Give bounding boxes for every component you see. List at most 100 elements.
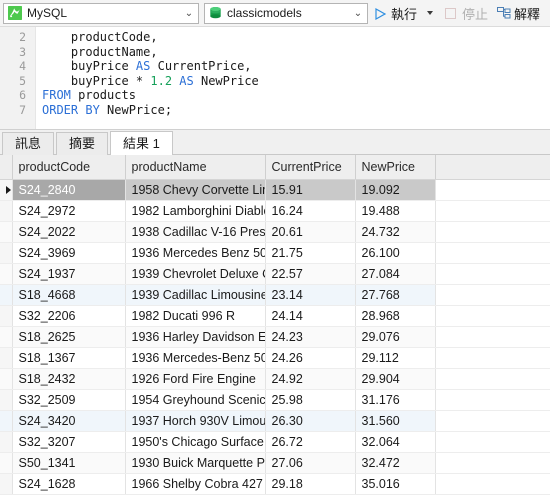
cell-productName[interactable]: 1936 Harley Davidson El (125, 326, 266, 348)
cell-productCode[interactable]: S24_2022 (12, 221, 126, 243)
column-header-NewPrice[interactable]: NewPrice (355, 155, 436, 180)
cell-productName[interactable]: 1982 Lamborghini Diablo (125, 200, 266, 222)
row-indicator[interactable] (0, 179, 13, 201)
row-indicator[interactable] (0, 347, 13, 369)
column-header-productCode[interactable]: productCode (12, 155, 126, 180)
cell-productCode[interactable]: S50_1341 (12, 452, 126, 474)
cell-NewPrice[interactable]: 32.472 (355, 452, 436, 474)
cell-CurrentPrice[interactable]: 23.14 (265, 284, 356, 306)
cell-CurrentPrice[interactable]: 26.30 (265, 410, 356, 432)
cell-productCode[interactable]: S24_2972 (12, 200, 126, 222)
row-indicator[interactable] (0, 389, 13, 411)
cell-productName[interactable]: 1966 Shelby Cobra 427 S (125, 473, 266, 495)
cell-CurrentPrice[interactable]: 25.98 (265, 389, 356, 411)
cell-productName[interactable]: 1950's Chicago Surface L (125, 431, 266, 453)
cell-NewPrice[interactable]: 31.560 (355, 410, 436, 432)
cell-NewPrice[interactable]: 29.112 (355, 347, 436, 369)
cell-productCode[interactable]: S32_2206 (12, 305, 126, 327)
cell-productCode[interactable]: S24_1937 (12, 263, 126, 285)
execute-dropdown-chevron-down-icon[interactable] (427, 11, 434, 15)
row-indicator[interactable] (0, 284, 13, 306)
column-header-CurrentPrice[interactable]: CurrentPrice (265, 155, 356, 180)
cell-CurrentPrice[interactable]: 22.57 (265, 263, 356, 285)
cell-productCode[interactable]: S24_3969 (12, 242, 126, 264)
cell-productName[interactable]: 1926 Ford Fire Engine (125, 368, 266, 390)
row-indicator[interactable] (0, 305, 13, 327)
cell-CurrentPrice[interactable]: 27.06 (265, 452, 356, 474)
cell-CurrentPrice[interactable]: 24.26 (265, 347, 356, 369)
chevron-down-icon[interactable]: ⌄ (351, 4, 365, 23)
sql-editor[interactable]: 2 productCode, 3 productName, 4 buyPrice A… (0, 27, 550, 129)
cell-CurrentPrice[interactable]: 16.24 (265, 200, 356, 222)
cell-NewPrice[interactable]: 19.092 (355, 179, 436, 201)
editor-code-area[interactable]: 2 productCode, 3 productName, 4 buyPrice A… (0, 27, 550, 117)
cell-NewPrice[interactable]: 19.488 (355, 200, 436, 222)
tab-1[interactable]: 摘要 (56, 132, 109, 155)
table-row[interactable]: S24_1937 1939 Chevrolet Deluxe Co 22.57 27.… (0, 263, 550, 285)
stop-button[interactable]: 停止 (443, 2, 490, 24)
cell-productCode[interactable]: S18_2432 (12, 368, 126, 390)
row-indicator[interactable] (0, 242, 13, 264)
cell-productCode[interactable]: S24_2840 (12, 179, 126, 201)
row-indicator[interactable] (0, 452, 13, 474)
column-header-productName[interactable]: productName (125, 155, 266, 180)
table-row[interactable]: S24_2840 1958 Chevy Corvette Lim 15.91 19.0… (0, 179, 550, 201)
cell-CurrentPrice[interactable]: 26.72 (265, 431, 356, 453)
cell-CurrentPrice[interactable]: 24.23 (265, 326, 356, 348)
cell-productName[interactable]: 1936 Mercedes-Benz 500 (125, 347, 266, 369)
table-row[interactable]: S50_1341 1930 Buick Marquette Ph 27.06 32.4… (0, 452, 550, 474)
cell-NewPrice[interactable]: 35.016 (355, 473, 436, 495)
cell-productName[interactable]: 1958 Chevy Corvette Lim (125, 179, 266, 201)
cell-NewPrice[interactable]: 31.176 (355, 389, 436, 411)
cell-productCode[interactable]: S32_3207 (12, 431, 126, 453)
cell-productCode[interactable]: S18_1367 (12, 347, 126, 369)
cell-NewPrice[interactable]: 32.064 (355, 431, 436, 453)
cell-productCode[interactable]: S18_2625 (12, 326, 126, 348)
table-row[interactable]: S18_2625 1936 Harley Davidson El 24.23 29.0… (0, 326, 550, 348)
explain-button[interactable]: 解釋 (495, 2, 542, 24)
table-row[interactable]: S24_3420 1937 Horch 930V Limous 26.30 31.56… (0, 410, 550, 432)
cell-productCode[interactable]: S24_3420 (12, 410, 126, 432)
connection-select[interactable]: MySQL ⌄ (3, 2, 199, 24)
cell-productCode[interactable]: S18_4668 (12, 284, 126, 306)
cell-productCode[interactable]: S32_2509 (12, 389, 126, 411)
cell-productName[interactable]: 1939 Chevrolet Deluxe Co (125, 263, 266, 285)
table-row[interactable]: S32_3207 1950's Chicago Surface L 26.72 32.… (0, 431, 550, 453)
cell-NewPrice[interactable]: 29.904 (355, 368, 436, 390)
table-row[interactable]: S32_2509 1954 Greyhound Scenicru 25.98 31.1… (0, 389, 550, 411)
cell-NewPrice[interactable]: 27.768 (355, 284, 436, 306)
table-row[interactable]: S18_4668 1939 Cadillac Limousine 23.14 27.7… (0, 284, 550, 306)
tab-2[interactable]: 結果 1 (110, 131, 173, 155)
row-indicator[interactable] (0, 473, 13, 495)
row-indicator[interactable] (0, 410, 13, 432)
cell-NewPrice[interactable]: 29.076 (355, 326, 436, 348)
row-indicator[interactable] (0, 431, 13, 453)
tab-0[interactable]: 訊息 (2, 132, 55, 155)
cell-productName[interactable]: 1936 Mercedes Benz 500 (125, 242, 266, 264)
cell-CurrentPrice[interactable]: 20.61 (265, 221, 356, 243)
cell-CurrentPrice[interactable]: 29.18 (265, 473, 356, 495)
cell-productName[interactable]: 1937 Horch 930V Limous (125, 410, 266, 432)
cell-productCode[interactable]: S24_1628 (12, 473, 126, 495)
cell-NewPrice[interactable]: 28.968 (355, 305, 436, 327)
database-select[interactable]: classicmodels ⌄ (204, 2, 368, 24)
row-indicator[interactable] (0, 200, 13, 222)
execute-button[interactable]: 執行 (373, 2, 419, 24)
table-row[interactable]: S24_1628 1966 Shelby Cobra 427 S 29.18 35.0… (0, 473, 550, 495)
cell-CurrentPrice[interactable]: 24.14 (265, 305, 356, 327)
cell-NewPrice[interactable]: 24.732 (355, 221, 436, 243)
result-grid[interactable]: productCode productName CurrentPrice New… (0, 155, 550, 504)
row-indicator[interactable] (0, 368, 13, 390)
cell-CurrentPrice[interactable]: 21.75 (265, 242, 356, 264)
table-row[interactable]: S32_2206 1982 Ducati 996 R 24.14 28.968 (0, 305, 550, 327)
cell-productName[interactable]: 1982 Ducati 996 R (125, 305, 266, 327)
chevron-down-icon[interactable]: ⌄ (182, 4, 196, 23)
cell-NewPrice[interactable]: 26.100 (355, 242, 436, 264)
cell-NewPrice[interactable]: 27.084 (355, 263, 436, 285)
table-row[interactable]: S24_3969 1936 Mercedes Benz 500 21.75 26.10… (0, 242, 550, 264)
table-row[interactable]: S24_2022 1938 Cadillac V-16 Presid 20.61 24… (0, 221, 550, 243)
table-row[interactable]: S24_2972 1982 Lamborghini Diablo 16.24 19.4… (0, 200, 550, 222)
table-row[interactable]: S18_2432 1926 Ford Fire Engine 24.92 29.904 (0, 368, 550, 390)
table-row[interactable]: S18_1367 1936 Mercedes-Benz 500 24.26 29.11… (0, 347, 550, 369)
cell-productName[interactable]: 1930 Buick Marquette Ph (125, 452, 266, 474)
